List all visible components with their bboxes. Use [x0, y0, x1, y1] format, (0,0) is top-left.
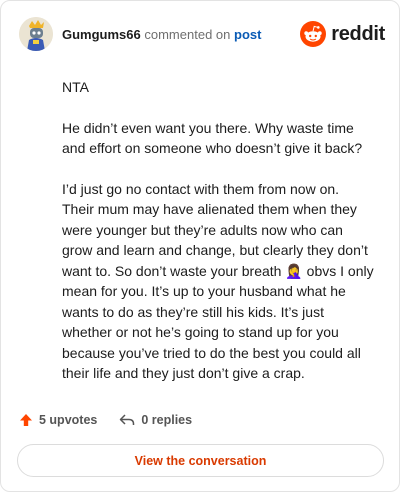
username[interactable]: Gumgums66: [62, 27, 141, 42]
comment-header: Gumgums66 commented on post reddit: [19, 17, 385, 51]
comment-body: NTA He didn’t even want you there. Why w…: [62, 77, 374, 404]
comment-meta: Gumgums66 commented on post: [62, 27, 261, 42]
upvote-arrow-icon: [20, 414, 32, 426]
user-avatar[interactable]: [19, 17, 53, 51]
comment-paragraph: NTA: [62, 79, 89, 95]
comment-card: Gumgums66 commented on post reddit NTA H…: [0, 0, 400, 492]
reddit-wordmark: reddit: [331, 22, 385, 45]
reddit-logo[interactable]: reddit: [300, 21, 385, 47]
reply-arrow-icon: [120, 414, 135, 425]
upvote-button[interactable]: 5 upvotes: [19, 413, 97, 427]
avatar-icon: [19, 17, 53, 51]
upvote-count: 5 upvotes: [39, 413, 98, 427]
comment-actions: 5 upvotes 0 replies: [19, 410, 192, 430]
comment-paragraph: I’d just go no contact with them from no…: [62, 180, 374, 382]
reply-button[interactable]: 0 replies: [119, 413, 192, 427]
reddit-snoo-icon: [300, 21, 327, 47]
reply-count: 0 replies: [141, 413, 193, 427]
commented-on-text: commented on: [144, 27, 231, 42]
comment-paragraph: He didn’t even want you there. Why waste…: [62, 119, 363, 157]
post-link[interactable]: post: [234, 27, 261, 42]
view-conversation-button[interactable]: View the conversation: [17, 444, 384, 477]
